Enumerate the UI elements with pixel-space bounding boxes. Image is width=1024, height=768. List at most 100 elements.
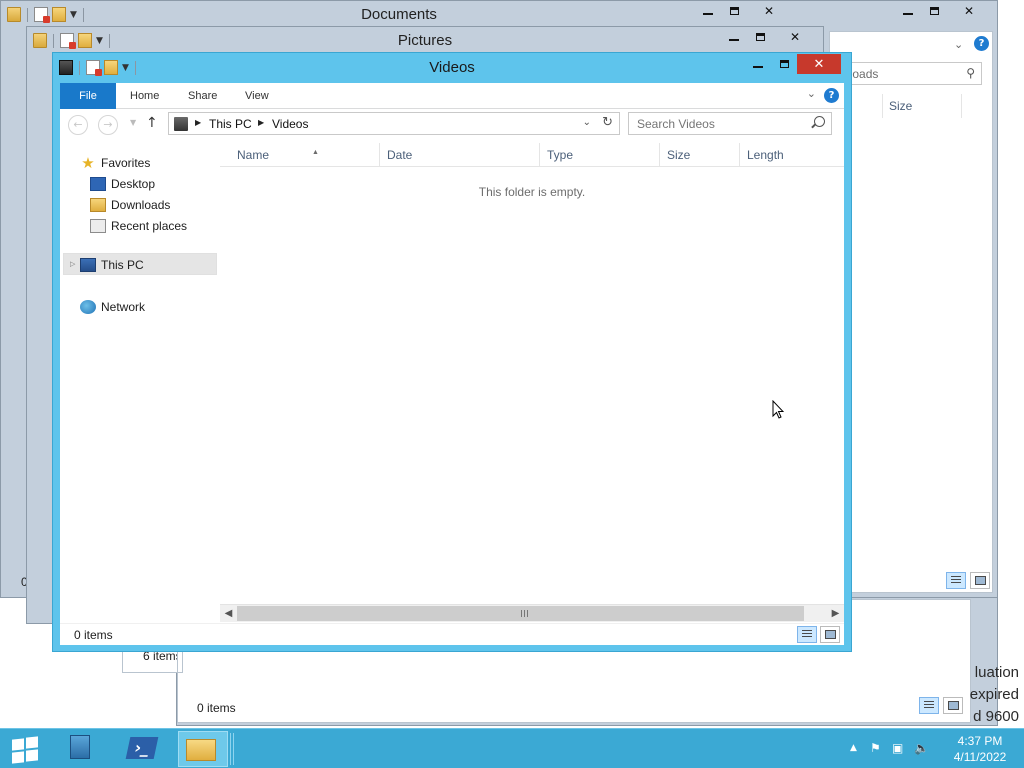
column-header-size[interactable]: Size — [660, 143, 740, 167]
nav-item-this-pc[interactable]: This PC — [80, 255, 144, 275]
navigation-pane: ★ Favorites Desktop Downloads Recent pla… — [60, 139, 218, 623]
forward-button[interactable]: → — [98, 115, 118, 135]
scroll-right-button[interactable]: ▶ — [827, 605, 844, 622]
nav-item-downloads[interactable]: Downloads — [90, 195, 170, 215]
close-button[interactable]: ✕ — [773, 27, 817, 47]
back-button[interactable]: ← — [68, 115, 88, 135]
maximize-button[interactable] — [747, 27, 773, 47]
tab-share[interactable]: Share — [178, 83, 227, 109]
sort-ascending-icon: ▲ — [312, 149, 319, 156]
minimize-button[interactable] — [745, 54, 771, 74]
close-button[interactable]: ✕ — [797, 54, 841, 74]
windows-logo-icon[interactable] — [10, 736, 40, 764]
documents-tiles-view-button[interactable] — [970, 572, 990, 589]
column-header-date[interactable]: Date — [380, 143, 540, 167]
computer-icon — [80, 258, 96, 272]
large-icons-view-button[interactable] — [820, 626, 840, 643]
close-button[interactable]: ✕ — [747, 1, 791, 21]
documents-details-view-button[interactable] — [946, 572, 966, 589]
window-back-status: 0 items — [197, 701, 236, 715]
nav-item-favorites[interactable]: ★ Favorites — [80, 153, 150, 173]
maximize-button-2[interactable] — [921, 1, 947, 21]
tab-home[interactable]: Home — [120, 83, 169, 109]
expand-this-pc-icon[interactable]: ▷ — [70, 260, 75, 268]
maximize-button[interactable] — [771, 54, 797, 74]
folder-icon — [186, 739, 216, 761]
column-header-type[interactable]: Type — [540, 143, 660, 167]
clock-time: 4:37 PM — [957, 734, 1003, 748]
window-videos[interactable]: ▼ Videos ✕ File Home Share View ⌄ ? ← → … — [52, 52, 852, 652]
tab-view[interactable]: View — [235, 83, 279, 109]
breadcrumb-this-pc[interactable]: This PC — [209, 117, 252, 131]
taskbar-server-manager-button[interactable] — [58, 731, 102, 767]
breadcrumb-arrow-icon[interactable]: ▶ — [195, 118, 201, 127]
explorer-body: ★ Favorites Desktop Downloads Recent pla… — [60, 139, 844, 623]
column-header-length[interactable]: Length — [740, 143, 843, 167]
tab-file[interactable]: File — [60, 83, 116, 109]
volume-muted-icon[interactable]: 🔈 — [914, 741, 929, 755]
back-details-view-button[interactable] — [919, 697, 939, 714]
horizontal-scrollbar[interactable]: ◀ ▶ — [220, 604, 844, 622]
documents-right-caption-buttons: ✕ — [895, 1, 991, 21]
minimize-button[interactable] — [721, 27, 747, 47]
clock[interactable]: 4:37 PM 4/11/2022 — [936, 733, 1024, 765]
search-input[interactable] — [629, 113, 809, 134]
ribbon-tabs: File Home Share View ⌄ ? — [60, 83, 844, 109]
watermark-line-1: luation — [974, 664, 1019, 681]
breadcrumb-videos[interactable]: Videos — [272, 117, 308, 131]
mouse-cursor-icon — [772, 400, 784, 419]
file-list[interactable]: Name ▲ Date Type Size Length This folder … — [220, 139, 844, 623]
network-icon — [80, 300, 96, 314]
documents-client: ⌄ ? nloads ⚲ Size — [829, 31, 993, 593]
window-title: Documents — [361, 6, 437, 23]
nav-item-network[interactable]: Network — [80, 297, 145, 317]
minimize-button-2[interactable] — [895, 1, 921, 21]
server-manager-icon — [70, 735, 90, 759]
search-box[interactable] — [628, 112, 832, 135]
taskbar: ›_ ▲ ⚑ ▣ 🔈 4:37 PM 4/11/2022 — [0, 728, 1024, 768]
pictures-caption-buttons: ✕ — [721, 27, 817, 47]
search-icon — [814, 116, 825, 127]
up-button[interactable]: ↑ — [146, 115, 158, 131]
nav-item-desktop[interactable]: Desktop — [90, 174, 155, 194]
nav-item-recent-places[interactable]: Recent places — [90, 216, 187, 236]
expand-ribbon-icon[interactable]: ⌄ — [807, 87, 816, 100]
watermark-line-3: d 9600 — [973, 708, 1019, 725]
status-bar: 0 items — [60, 623, 844, 645]
watermark-line-2: expired — [969, 686, 1019, 703]
clock-date: 4/11/2022 — [953, 750, 1007, 764]
taskbar-file-explorer-button[interactable] — [178, 731, 228, 767]
search-icon: ⚲ — [966, 66, 975, 80]
minimize-button[interactable] — [695, 1, 721, 21]
network-icon[interactable]: ▣ — [892, 741, 903, 755]
recent-places-icon — [90, 219, 106, 233]
details-view-button[interactable] — [797, 626, 817, 643]
address-dropdown-icon[interactable]: ⌄ — [583, 117, 591, 128]
close-button-2[interactable]: ✕ — [947, 1, 991, 21]
taskbar-powershell-button[interactable]: ›_ — [120, 731, 164, 767]
back-tiles-view-button[interactable] — [943, 697, 963, 714]
address-bar[interactable]: ▶ This PC ▶ Videos ⌄ ↻ — [168, 112, 620, 135]
desktop-icon — [90, 177, 106, 191]
help-icon[interactable]: ? — [824, 88, 839, 103]
refresh-icon[interactable]: ↻ — [602, 115, 613, 130]
downloads-folder-icon — [90, 198, 106, 212]
window-title: Videos — [429, 59, 475, 76]
scroll-left-button[interactable]: ◀ — [220, 605, 237, 622]
system-tray: ▲ ⚑ ▣ 🔈 4:37 PM 4/11/2022 — [844, 729, 1024, 768]
scrollbar-thumb[interactable] — [237, 606, 804, 621]
recent-locations-icon[interactable]: ▼ — [130, 118, 136, 127]
window-title: Pictures — [397, 32, 453, 49]
item-count: 0 items — [74, 628, 113, 642]
expand-ribbon-icon[interactable]: ⌄ — [954, 38, 963, 51]
breadcrumb-arrow-icon[interactable]: ▶ — [258, 118, 264, 127]
documents-search-box[interactable]: nloads ⚲ — [830, 62, 982, 85]
help-icon[interactable]: ? — [974, 36, 989, 51]
maximize-button[interactable] — [721, 1, 747, 21]
column-headers: Name ▲ Date Type Size Length — [220, 143, 844, 167]
documents-caption-buttons: ✕ — [695, 1, 791, 21]
column-header-size[interactable]: Size — [882, 94, 962, 118]
action-center-flag-icon[interactable]: ⚑ — [870, 741, 881, 755]
column-header-name[interactable]: Name ▲ — [230, 143, 380, 167]
show-hidden-icons-icon[interactable]: ▲ — [850, 743, 857, 753]
